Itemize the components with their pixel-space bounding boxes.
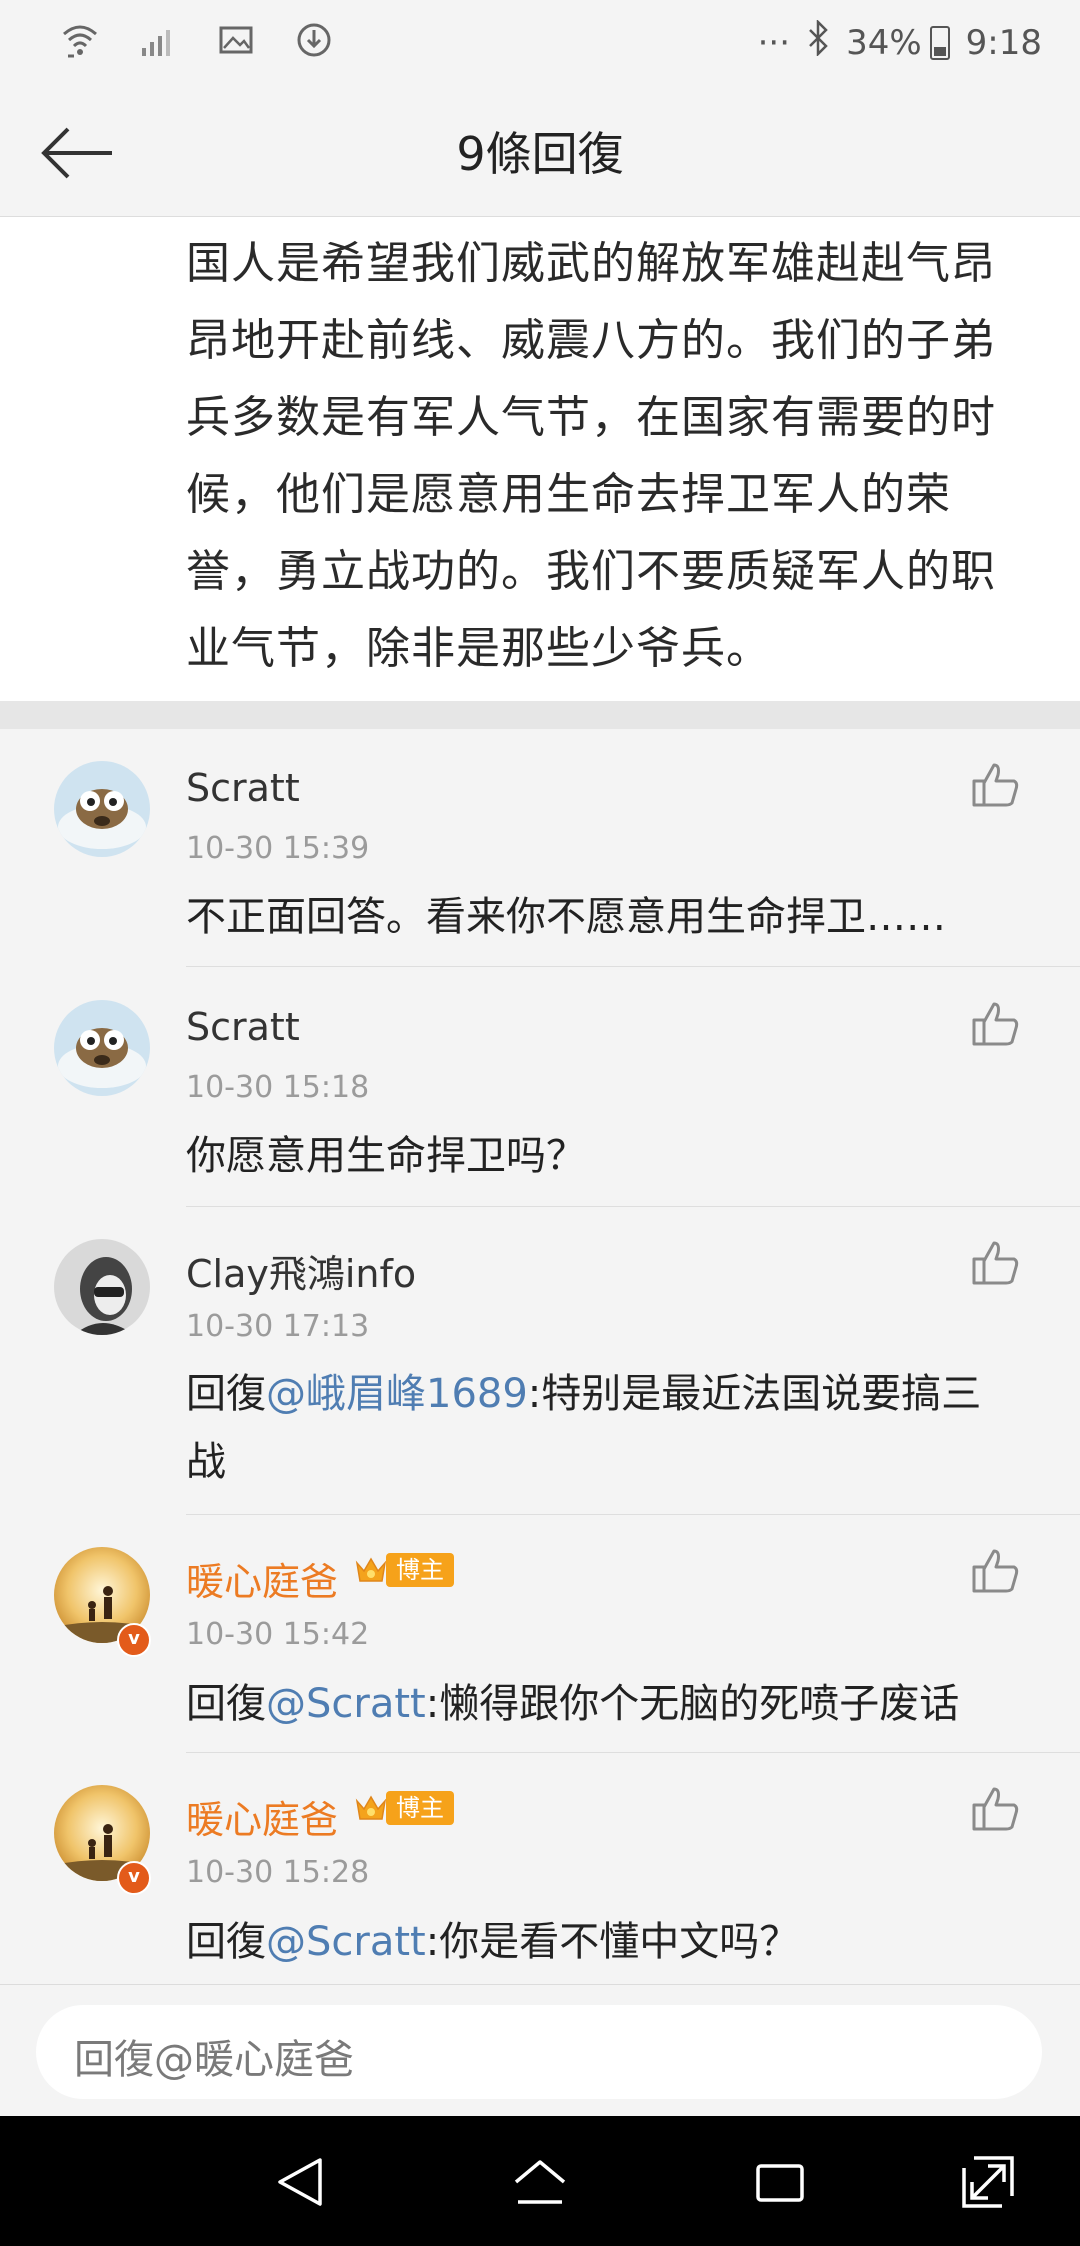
battery-icon: [929, 25, 950, 60]
comment-text: 回復@Scratt:你是看不懂中文吗？: [186, 1908, 1006, 1976]
comment-time: 10-30 15:42: [186, 1617, 370, 1652]
comment-text: 回復@峨眉峰1689:特别是最近法国说要搞三战: [186, 1360, 1006, 1496]
post-text: 国人是希望我们威武的解放军雄赳赳气昂昂地开赴前线、威震八方的。我们的子弟兵多数是…: [186, 238, 996, 674]
comment-body: :懒得跟你个无脑的死喷子废话: [425, 1681, 960, 1727]
thumbs-up-icon: [972, 1549, 1019, 1593]
comment-item[interactable]: Clay飛鴻info 10-30 17:13 回復@峨眉峰1689:特别是最近法…: [0, 1207, 1080, 1515]
like-button[interactable]: [970, 761, 1022, 809]
avatar[interactable]: [54, 761, 150, 857]
page-title: 9條回復: [456, 127, 624, 181]
thumbs-up-icon: [972, 1787, 1019, 1831]
reply-placeholder: 回復@暖心庭爸: [74, 2037, 354, 2083]
recents-icon: [756, 2164, 804, 2202]
comment-item[interactable]: v 暖心庭爸 博主 10-30 15:42 回復@Scratt:懒得跟你个无脑的…: [0, 1515, 1080, 1753]
battery-percent: 34%: [846, 22, 922, 63]
author-badge: 博主: [386, 1791, 454, 1825]
mention-link[interactable]: @Scratt: [266, 1681, 426, 1727]
wifi-icon: [58, 18, 102, 62]
download-icon: [292, 18, 336, 62]
overflow-dots: ···: [757, 22, 791, 63]
triangle-back-icon: [278, 2158, 322, 2206]
nav-recents-button[interactable]: [750, 2152, 810, 2212]
home-icon: [514, 2160, 566, 2204]
comment-item[interactable]: v 暖心庭爸 博主 10-30 15:28 回復@Scratt:你是看不懂中文吗…: [0, 1753, 1080, 1984]
nav-back-button[interactable]: [270, 2152, 330, 2212]
thumbs-up-icon: [972, 1002, 1019, 1046]
username[interactable]: Clay飛鴻info: [186, 1243, 416, 1298]
username[interactable]: 暖心庭爸: [186, 1551, 338, 1606]
title-bar: 9條回復: [0, 88, 1080, 217]
signal-icon: [136, 18, 180, 62]
reply-bar: 回復@暖心庭爸: [0, 1984, 1080, 2117]
original-post: 国人是希望我们威武的解放军雄赳赳气昂昂地开赴前线、威震八方的。我们的子弟兵多数是…: [0, 217, 1080, 701]
comment-time: 10-30 15:18: [186, 1070, 370, 1105]
expand-icon: [962, 2156, 1014, 2208]
verified-badge-icon: v: [117, 1861, 151, 1895]
comment-body: :你是看不懂中文吗？: [425, 1919, 800, 1965]
username[interactable]: Scratt: [186, 766, 300, 810]
thumbs-up-icon: [972, 763, 1019, 807]
comment-time: 10-30 15:28: [186, 1855, 370, 1890]
like-button[interactable]: [970, 1785, 1022, 1833]
reply-prefix: 回復: [186, 1919, 266, 1965]
crown-icon: [354, 1553, 388, 1587]
comment-item[interactable]: Scratt 10-30 15:18 你愿意用生命捍卫吗？: [0, 967, 1080, 1207]
comment-text: 你愿意用生命捍卫吗？: [186, 1122, 1006, 1190]
author-badge: 博主: [386, 1553, 454, 1587]
like-button[interactable]: [970, 1000, 1022, 1048]
reply-input[interactable]: 回復@暖心庭爸: [36, 2005, 1042, 2099]
like-button[interactable]: [970, 1239, 1022, 1287]
nav-home-button[interactable]: [510, 2152, 570, 2212]
comment-text: 不正面回答。看来你不愿意用生命捍卫……: [186, 883, 1006, 951]
reply-prefix: 回復: [186, 1681, 266, 1727]
image-icon: [214, 18, 258, 62]
comment-time: 10-30 17:13: [186, 1309, 370, 1344]
comment-text: 回復@Scratt:懒得跟你个无脑的死喷子废话: [186, 1670, 1006, 1738]
system-nav-bar: [0, 2116, 1080, 2246]
like-button[interactable]: [970, 1547, 1022, 1595]
section-divider: [0, 701, 1080, 729]
comment-item[interactable]: Scratt 10-30 15:39 不正面回答。看来你不愿意用生命捍卫……: [0, 729, 1080, 967]
crown-icon: [354, 1791, 388, 1825]
verified-badge-icon: v: [117, 1623, 151, 1657]
username[interactable]: Scratt: [186, 1005, 300, 1049]
bluetooth-icon: [806, 18, 830, 65]
comment-body: 你愿意用生命捍卫吗？: [186, 1133, 586, 1179]
status-bar: ··· 34% 9:18: [0, 0, 1080, 88]
comment-body: 不正面回答。看来你不愿意用生命捍卫……: [186, 894, 946, 940]
mention-link[interactable]: @峨眉峰1689: [266, 1371, 528, 1417]
mention-link[interactable]: @Scratt: [266, 1919, 426, 1965]
username[interactable]: 暖心庭爸: [186, 1789, 338, 1844]
clock: 9:18: [965, 22, 1042, 63]
comment-time: 10-30 15:39: [186, 831, 370, 866]
avatar[interactable]: [54, 1000, 150, 1096]
reply-prefix: 回復: [186, 1371, 266, 1417]
thumbs-up-icon: [972, 1241, 1019, 1285]
nav-expand-button[interactable]: [958, 2152, 1018, 2212]
avatar[interactable]: [54, 1239, 150, 1335]
